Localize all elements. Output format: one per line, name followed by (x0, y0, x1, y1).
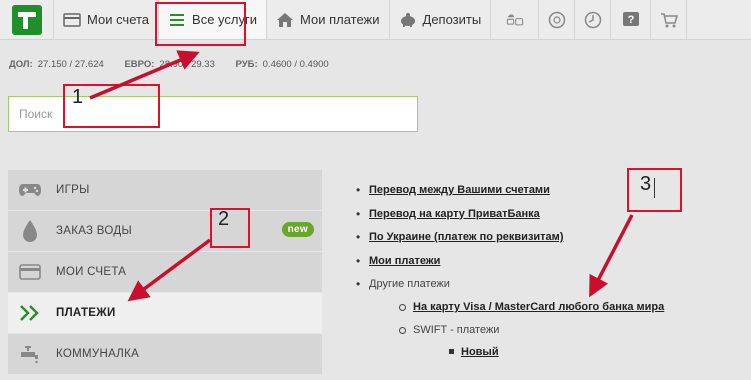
double-chevron-icon (18, 301, 42, 325)
transport-icon (506, 11, 524, 29)
nav-transport[interactable] (491, 0, 540, 39)
svg-text:?: ? (627, 14, 634, 26)
sidebar-item-payments[interactable]: ПЛАТЕЖИ (8, 293, 322, 333)
sidebar-item-label: ЗАКАЗ ВОДЫ (56, 225, 132, 237)
annotation-box-1 (155, 2, 246, 46)
sidebar-item-label: ИГРЫ (56, 184, 90, 196)
globe-icon (548, 11, 566, 29)
sidebar-item-label: ПЛАТЕЖИ (56, 307, 116, 319)
annotation-number-2: 2 (218, 208, 230, 230)
annotation-box-2 (210, 208, 250, 248)
sidebar-item-label: КОММУНАЛКА (56, 348, 140, 360)
home-icon (276, 11, 294, 29)
water-drop-icon (18, 219, 42, 243)
link-visa-mastercard[interactable]: На карту Visa / MasterCard любого банка … (413, 301, 664, 313)
nav-label: Мои счета (87, 12, 150, 27)
rate-rub-label: РУБ: (235, 59, 258, 70)
link-swift-new[interactable]: Новый (461, 346, 499, 358)
gamepad-icon (18, 178, 42, 202)
link-my-payments[interactable]: Мои платежи (369, 255, 440, 267)
cart-icon (660, 11, 678, 29)
wallet-icon (63, 11, 81, 29)
nav-help[interactable]: ? (611, 0, 652, 39)
exchange-rates: ДОЛ: 27.150 / 27.624 ЕВРО: 28.90 / 29.33 Р… (9, 59, 347, 70)
list-item: На карту Visa / MasterCard любого банка … (387, 300, 664, 323)
list-item: Другие платежи На карту Visa / MasterCar… (356, 277, 664, 363)
annotation-number-1: 1 (72, 86, 84, 108)
sidebar-item-games[interactable]: ИГРЫ (8, 170, 322, 210)
list-item: По Украине (платеж по реквизитам) (356, 230, 664, 254)
clock-icon (584, 11, 602, 29)
nav-label: Мои платежи (300, 12, 380, 27)
list-item: Перевод между Вашими счетами (356, 183, 664, 207)
other-payments-label: Другие платежи (369, 278, 450, 290)
list-item: Перевод на карту ПриватБанка (356, 207, 664, 231)
piggy-bank-icon (399, 11, 417, 29)
text-cursor (654, 178, 655, 198)
rate-rub-value: 0.4600 / 0.4900 (262, 59, 329, 70)
swift-label: SWIFT - платежи (413, 324, 500, 336)
nav-deposits[interactable]: Депозиты (390, 0, 492, 39)
logo-mark (11, 5, 42, 35)
list-item: Новый (435, 345, 664, 363)
privatbank-logo[interactable] (0, 0, 54, 40)
nav-my-accounts[interactable]: Мои счета (54, 0, 160, 39)
rate-eur-value: 28.90 / 29.33 (159, 59, 215, 70)
link-transfer-between-accounts[interactable]: Перевод между Вашими счетами (369, 184, 550, 196)
sidebar-item-water-order[interactable]: ЗАКАЗ ВОДЫ new (8, 211, 322, 251)
sidebar-item-utilities[interactable]: КОММУНАЛКА (8, 334, 322, 374)
top-navigation: Мои счета Все услуги Мои платежи Депозит… (0, 0, 751, 40)
rate-eur-label: ЕВРО: (124, 59, 155, 70)
payment-links: Перевод между Вашими счетами Перевод на … (356, 183, 664, 363)
list-item: SWIFT - платежи Новый (387, 323, 664, 363)
nav-my-payments[interactable]: Мои платежи (267, 0, 390, 39)
list-item: Мои платежи (356, 254, 664, 278)
rate-usd-label: ДОЛ: (9, 59, 33, 70)
card-icon (18, 260, 42, 284)
rate-usd-value: 27.150 / 27.624 (37, 59, 104, 70)
services-sidebar: ИГРЫ ЗАКАЗ ВОДЫ new МОИ СЧЕТА ПЛАТЕЖИ КО… (8, 170, 322, 375)
sidebar-item-my-accounts[interactable]: МОИ СЧЕТА (8, 252, 322, 292)
tap-icon (18, 342, 42, 366)
nav-globe[interactable] (539, 0, 576, 39)
nav-label: Депозиты (422, 12, 482, 27)
nav-cart[interactable] (651, 0, 688, 39)
annotation-number-3: 3 (640, 173, 652, 195)
link-transfer-to-privatbank-card[interactable]: Перевод на карту ПриватБанка (369, 208, 540, 220)
nav-history[interactable] (575, 0, 612, 39)
help-icon: ? (622, 11, 640, 29)
link-ukraine-payment[interactable]: По Украине (платеж по реквизитам) (369, 231, 563, 243)
sidebar-item-label: МОИ СЧЕТА (56, 266, 127, 278)
new-badge: new (281, 222, 314, 237)
